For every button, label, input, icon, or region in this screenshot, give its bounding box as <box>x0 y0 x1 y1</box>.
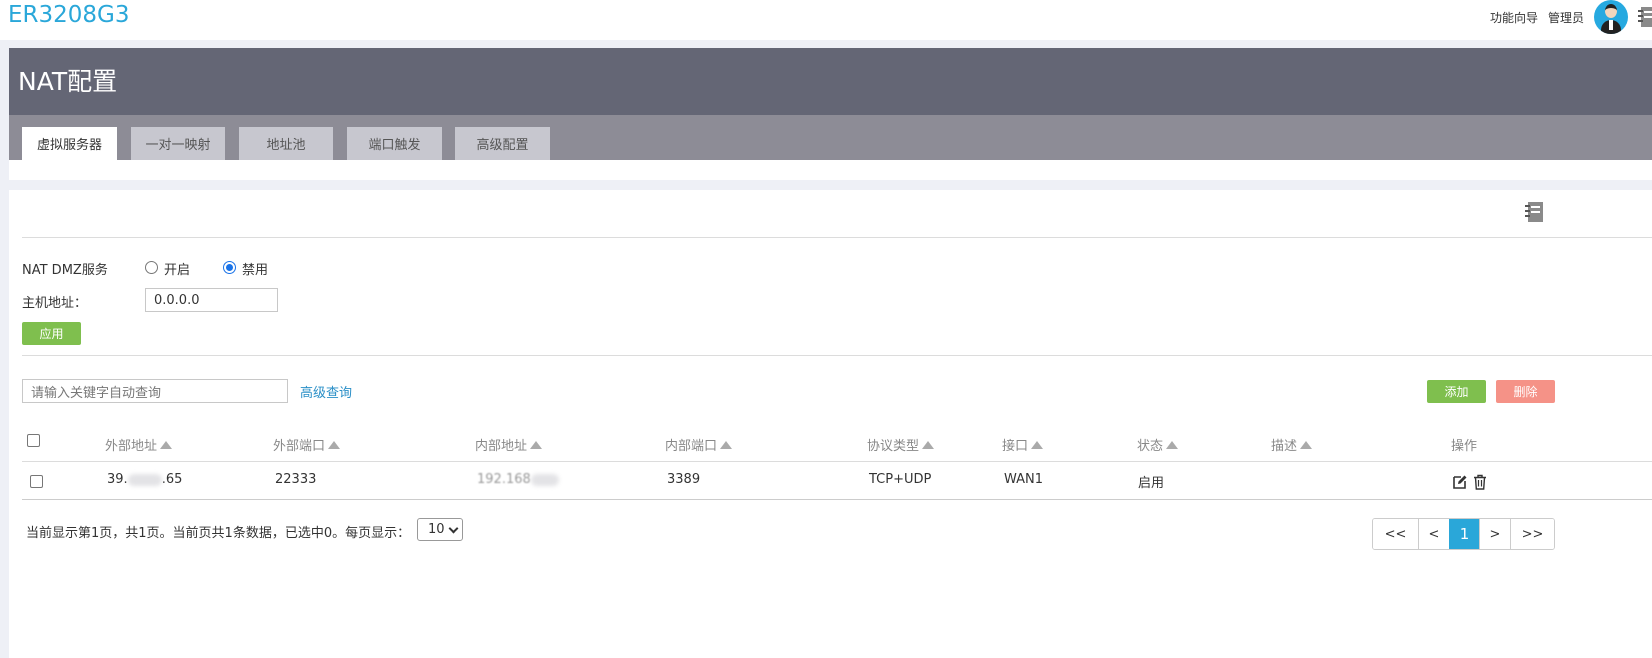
select-all-checkbox[interactable] <box>27 434 40 447</box>
column-header-external-port[interactable]: 外部端口 <box>273 435 341 454</box>
host-address-label: 主机地址： <box>22 296 88 311</box>
page-size-select[interactable]: 10 <box>417 518 463 541</box>
tab-content-strip <box>9 160 1652 180</box>
column-header-protocol[interactable]: 协议类型 <box>867 435 935 454</box>
column-header-internal-address[interactable]: 内部地址 <box>475 435 543 454</box>
cell-status: 启用 <box>1138 476 1165 491</box>
row-checkbox[interactable] <box>30 475 43 488</box>
admin-avatar-icon[interactable] <box>1594 0 1628 34</box>
notebook-icon[interactable] <box>1638 6 1652 28</box>
trash-icon[interactable] <box>1472 474 1488 490</box>
redacted-mark <box>530 473 559 486</box>
column-header-internal-port[interactable]: 内部端口 <box>665 435 733 454</box>
page-header: NAT配置 <box>9 48 1652 115</box>
sort-asc-icon[interactable] <box>160 440 173 449</box>
sort-asc-icon[interactable] <box>922 440 935 449</box>
manual-icon[interactable] <box>1524 201 1544 223</box>
tab-advanced-config[interactable]: 高级配置 <box>455 127 550 160</box>
cell-interface: WAN1 <box>1004 472 1044 487</box>
column-header-description[interactable]: 描述 <box>1271 435 1313 454</box>
cell-internal-port: 3389 <box>667 472 701 487</box>
wizard-link[interactable]: 功能向导 <box>1490 9 1538 26</box>
page-title: NAT配置 <box>18 67 118 96</box>
edit-icon[interactable] <box>1452 474 1468 490</box>
dmz-enable-radio[interactable] <box>145 261 158 274</box>
cell-external-port: 22333 <box>275 472 317 487</box>
divider <box>22 355 1652 356</box>
pagination-summary: 当前显示第1页，共1页。当前页共1条数据，已选中0。每页显示： <box>26 526 411 541</box>
main-panel: NAT DMZ服务 开启 禁用 主机地址： 0.0.0.0 应用 请输入关键字自… <box>9 190 1652 658</box>
dmz-label: NAT DMZ服务 <box>22 263 108 278</box>
dmz-enable-label[interactable]: 开启 <box>164 259 190 278</box>
delete-button[interactable]: 删除 <box>1496 380 1555 403</box>
redacted-mark <box>127 473 162 486</box>
admin-link[interactable]: 管理员 <box>1548 9 1584 26</box>
page-size-value: 10 <box>428 522 445 537</box>
apply-button[interactable]: 应用 <box>22 322 81 345</box>
divider <box>22 237 1652 238</box>
table-bottom-divider <box>22 499 1652 500</box>
sort-asc-icon[interactable] <box>1300 440 1313 449</box>
host-address-input[interactable]: 0.0.0.0 <box>145 288 278 312</box>
chevron-down-icon <box>448 523 459 534</box>
page-next-button[interactable]: > <box>1479 519 1510 549</box>
sort-asc-icon[interactable] <box>720 440 733 449</box>
dmz-disable-label[interactable]: 禁用 <box>242 259 268 278</box>
top-nav: 功能向导 管理员 <box>1490 0 1652 34</box>
tab-bar: 虚拟服务器 一对一映射 地址池 端口触发 高级配置 <box>9 115 1652 160</box>
sort-asc-icon[interactable] <box>530 440 543 449</box>
advanced-search-link[interactable]: 高级查询 <box>300 382 352 401</box>
tab-address-pool[interactable]: 地址池 <box>239 127 333 160</box>
pagination: << < 1 > >> <box>1372 518 1555 550</box>
page-last-button[interactable]: >> <box>1510 519 1554 549</box>
sort-asc-icon[interactable] <box>1031 440 1044 449</box>
sort-asc-icon[interactable] <box>1166 440 1179 449</box>
column-header-status[interactable]: 状态 <box>1137 435 1179 454</box>
search-input[interactable]: 请输入关键字自动查询 <box>22 379 288 403</box>
tab-one-to-one-mapping[interactable]: 一对一映射 <box>131 127 225 160</box>
sort-asc-icon[interactable] <box>328 440 341 449</box>
column-header-external-address[interactable]: 外部地址 <box>105 435 173 454</box>
page-current-button[interactable]: 1 <box>1449 519 1479 549</box>
column-header-actions: 操作 <box>1451 439 1478 454</box>
tab-virtual-server[interactable]: 虚拟服务器 <box>22 127 117 160</box>
column-header-interface[interactable]: 接口 <box>1002 435 1044 454</box>
cell-protocol: TCP+UDP <box>869 472 932 487</box>
top-bar: ER3208G3 功能向导 管理员 <box>0 0 1652 40</box>
tab-port-trigger[interactable]: 端口触发 <box>347 127 442 160</box>
page-prev-button[interactable]: < <box>1418 519 1449 549</box>
add-button[interactable]: 添加 <box>1427 380 1486 403</box>
dmz-disable-radio[interactable] <box>223 261 236 274</box>
cell-internal-address: 192.168 <box>477 472 559 487</box>
page-first-button[interactable]: << <box>1373 519 1418 549</box>
brand-logo[interactable]: ER3208G3 <box>8 0 130 30</box>
cell-external-address: 39. .65 <box>107 472 183 487</box>
table-header-divider <box>22 461 1652 462</box>
